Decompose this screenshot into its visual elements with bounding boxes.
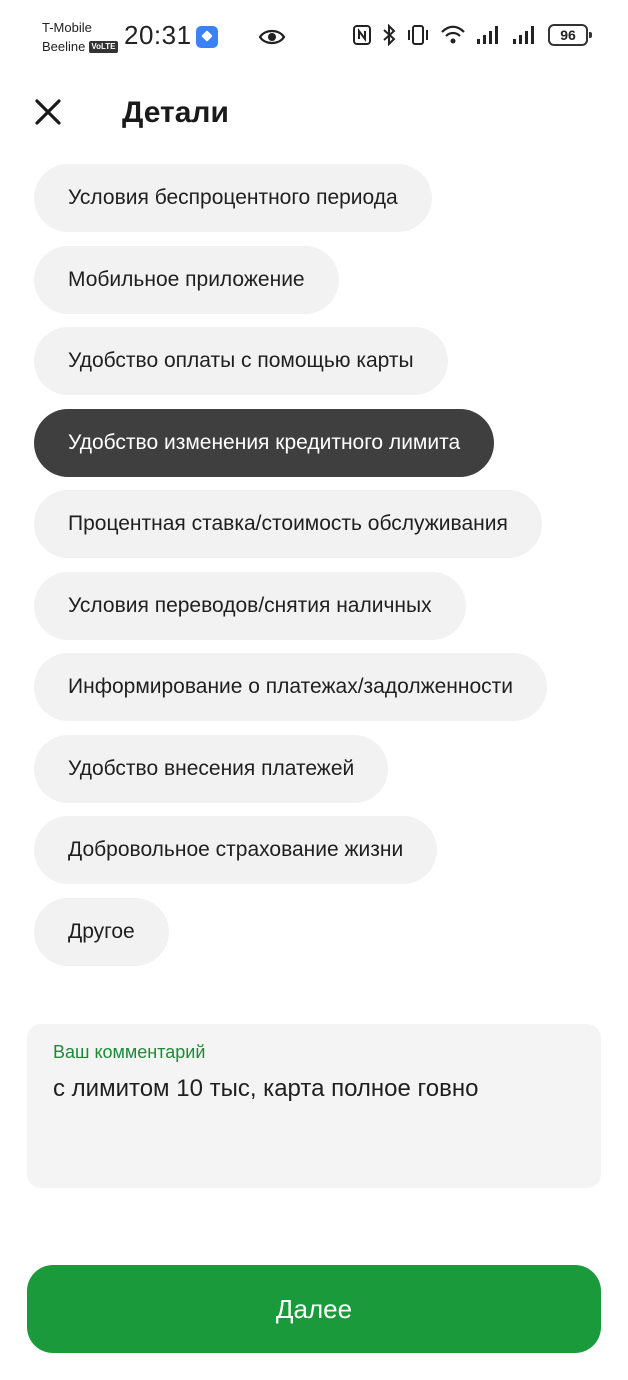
- page-title: Детали: [122, 96, 229, 129]
- carrier-2: Beeline: [42, 39, 86, 54]
- nfc-icon: [353, 25, 371, 45]
- close-button[interactable]: [30, 94, 66, 130]
- comment-field[interactable]: Ваш комментарий с лимитом 10 тыс, карта …: [27, 1024, 601, 1188]
- chip-mobile-app[interactable]: Мобильное приложение: [34, 245, 339, 314]
- battery-indicator: 96: [548, 24, 592, 46]
- vibrate-icon: [408, 25, 428, 45]
- chip-transfers-withdrawals[interactable]: Условия переводов/снятия наличных: [34, 571, 466, 640]
- reason-chip-list: Условия беспроцентного периода Мобильное…: [34, 164, 604, 979]
- status-time: 20:31: [124, 20, 192, 50]
- chip-other[interactable]: Другое: [34, 897, 169, 966]
- chip-interest-rate[interactable]: Процентная ставка/стоимость обслуживания: [34, 490, 542, 558]
- volte-badge: VoLTE: [89, 40, 118, 53]
- chip-payment-convenience[interactable]: Удобство внесения платежей: [34, 734, 389, 803]
- status-bar: T-Mobile Beeline VoLTE 20:31 96: [0, 0, 628, 72]
- chip-card-payment-convenience[interactable]: Удобство оплаты с помощью карты: [34, 327, 448, 395]
- wifi-icon: [441, 25, 465, 44]
- carrier-info: T-Mobile Beeline VoLTE: [42, 18, 118, 56]
- chip-payment-notifications[interactable]: Информирование о платежах/задолженности: [34, 653, 548, 721]
- close-icon: [35, 99, 61, 125]
- app-notification-icon: [196, 26, 218, 48]
- comment-input[interactable]: с лимитом 10 тыс, карта полное говно: [53, 1075, 575, 1103]
- next-button[interactable]: Далее: [27, 1265, 601, 1353]
- carrier-1: T-Mobile: [42, 20, 92, 35]
- eye-icon: [258, 29, 286, 45]
- signal-icon-2: [513, 26, 534, 44]
- bluetooth-icon: [383, 24, 396, 46]
- chip-interest-free-period[interactable]: Условия беспроцентного периода: [34, 164, 432, 232]
- comment-label: Ваш комментарий: [53, 1042, 206, 1062]
- chip-credit-limit-change[interactable]: Удобство изменения кредитного лимита: [34, 408, 495, 477]
- system-icons: 96: [352, 24, 592, 46]
- details-screen: T-Mobile Beeline VoLTE 20:31 96 Детали У…: [0, 0, 628, 1380]
- chip-life-insurance[interactable]: Добровольное страхование жизни: [34, 816, 438, 884]
- signal-icon-1: [477, 26, 498, 44]
